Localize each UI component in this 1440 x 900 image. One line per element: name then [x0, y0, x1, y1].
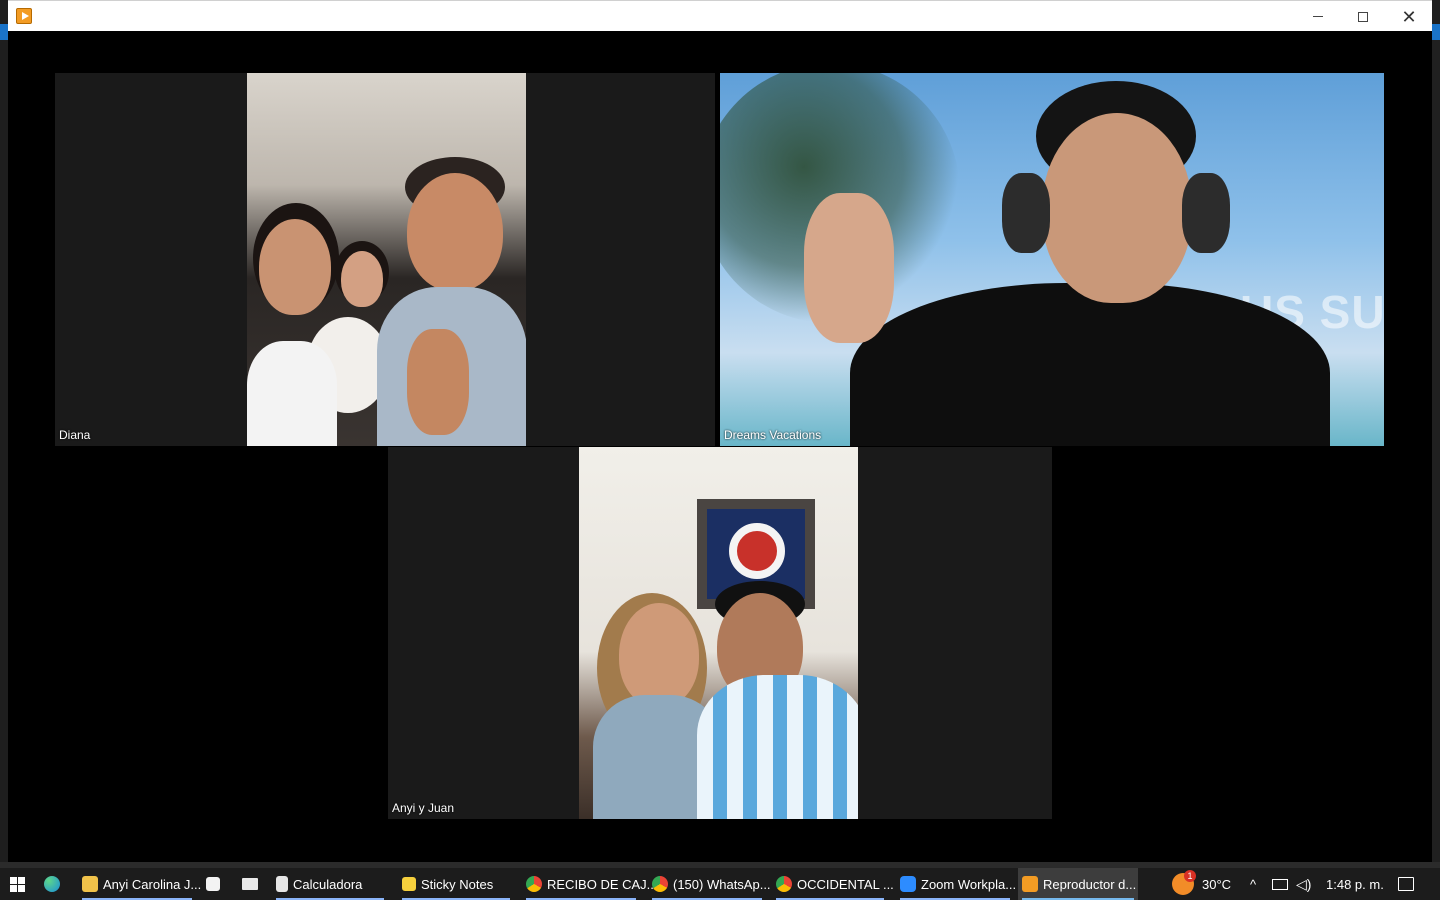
maximize-button[interactable] — [1340, 1, 1386, 32]
minimize-button[interactable] — [1295, 1, 1341, 32]
taskbar-sticky-notes[interactable]: Sticky Notes — [398, 868, 514, 900]
start-button[interactable] — [0, 868, 36, 900]
taskbar-chrome-recibo[interactable]: RECIBO DE CAJ... — [522, 868, 658, 900]
weather-widget[interactable]: 1 30°C — [1172, 868, 1231, 900]
taskbar-store[interactable] — [206, 868, 226, 900]
desktop-edge-right — [1432, 0, 1440, 868]
minimize-icon — [1313, 16, 1323, 17]
desktop-edge-left — [0, 0, 8, 868]
participant-name: Anyi y Juan — [392, 801, 455, 815]
maximize-icon — [1358, 11, 1368, 22]
zoom-icon — [900, 876, 916, 892]
participant-video — [247, 73, 526, 446]
taskbar-chrome-occidental[interactable]: OCCIDENTAL ... — [772, 868, 894, 900]
media-player-icon[interactable] — [16, 8, 32, 24]
clock[interactable]: 1:48 p. m. — [1326, 868, 1384, 900]
clock-time: 1:48 p. m. — [1326, 876, 1384, 892]
weather-temperature: 30°C — [1202, 876, 1232, 892]
volume-button[interactable]: ◁) — [1296, 868, 1311, 900]
media-player-icon — [1022, 876, 1038, 892]
taskbar: Anyi Carolina J... Calculadora Sticky No… — [0, 868, 1440, 900]
calculator-icon — [276, 876, 288, 892]
folder-icon — [82, 876, 98, 892]
participant-tile[interactable]: US SUEÑ STI Dreams Vacations — [720, 73, 1384, 446]
chrome-icon — [652, 876, 668, 892]
weather-badge: 1 — [1184, 870, 1196, 882]
participant-name: Dreams Vacations — [724, 428, 822, 442]
store-icon — [206, 877, 220, 891]
media-player-window: ✕ Diana US SUEÑ STI — [8, 0, 1432, 862]
chrome-icon — [526, 876, 542, 892]
participant-tile[interactable]: Diana — [55, 73, 715, 446]
title-bar[interactable]: ✕ — [8, 0, 1432, 31]
participant-tile[interactable]: Anyi y Juan — [388, 447, 1052, 819]
mail-icon — [242, 878, 258, 890]
taskbar-mail[interactable] — [242, 868, 262, 900]
taskbar-zoom[interactable]: Zoom Workpla... — [896, 868, 1016, 900]
weather-icon: 1 — [1172, 870, 1196, 895]
edge-icon — [44, 876, 60, 892]
chevron-up-icon: ^ — [1250, 876, 1257, 892]
taskbar-media-player[interactable]: Reproductor d... — [1018, 868, 1138, 900]
taskbar-chrome-whatsapp[interactable]: (150) WhatsAp... — [648, 868, 771, 900]
tray-chevron-button[interactable]: ^ — [1250, 868, 1256, 900]
participant-name: Diana — [59, 428, 91, 442]
taskbar-calculator[interactable]: Calculadora — [272, 868, 388, 900]
taskbar-edge[interactable] — [44, 868, 70, 900]
network-button[interactable] — [1272, 868, 1288, 900]
chrome-icon — [776, 876, 792, 892]
notifications-button[interactable] — [1398, 868, 1414, 900]
notification-icon — [1398, 877, 1414, 891]
participant-video: US SUEÑ STI — [720, 73, 1384, 446]
network-icon — [1272, 878, 1288, 890]
video-stage: Diana US SUEÑ STI Dreams Vacations — [8, 31, 1432, 862]
taskbar-file-explorer[interactable]: Anyi Carolina J... — [78, 868, 201, 900]
close-icon: ✕ — [1401, 6, 1417, 27]
participant-video — [579, 447, 858, 819]
close-button[interactable]: ✕ — [1386, 1, 1432, 32]
volume-icon: ◁) — [1296, 875, 1312, 892]
windows-start-icon — [10, 877, 26, 892]
sticky-notes-icon — [402, 877, 416, 891]
